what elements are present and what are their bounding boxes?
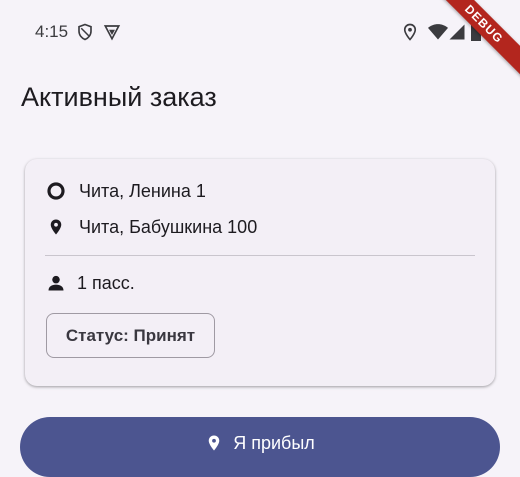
status-chip[interactable]: Статус: Принят <box>46 313 215 358</box>
order-card: Чита, Ленина 1 Чита, Бабушкина 100 1 пас… <box>25 159 495 386</box>
wifi-icon <box>428 23 448 41</box>
shield-icon <box>76 23 94 41</box>
status-bar: 4:15 DEBUG <box>0 0 520 81</box>
location-pin-icon <box>205 432 223 454</box>
status-time: 4:15 <box>35 22 69 41</box>
dropoff-address: Чита, Бабушкина 100 <box>79 216 258 237</box>
location-icon <box>401 23 419 41</box>
person-icon <box>45 272 67 294</box>
signal-icon <box>448 23 466 41</box>
divider <box>45 255 475 256</box>
pickup-address: Чита, Ленина 1 <box>79 180 206 201</box>
arrived-button[interactable]: Я прибыл <box>20 417 500 477</box>
dropoff-row: Чита, Бабушкина 100 <box>45 216 257 238</box>
location-pin-icon <box>45 216 67 238</box>
vpn-icon <box>103 23 121 41</box>
passengers-count: 1 пасс. <box>77 272 135 293</box>
page-title: Активный заказ <box>21 82 217 112</box>
circle-outline-icon <box>45 180 67 202</box>
pickup-row: Чита, Ленина 1 <box>45 180 206 202</box>
passengers-row: 1 пасс. <box>45 272 135 294</box>
arrived-button-label: Я прибыл <box>233 433 315 453</box>
